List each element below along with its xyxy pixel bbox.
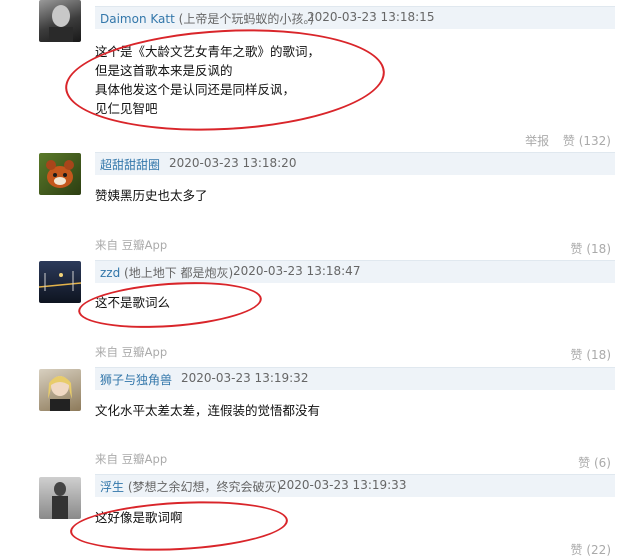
comment-header: Daimon Katt (上帝是个玩蚂蚁的小孩。) 2020-03-23 13:… <box>95 6 615 29</box>
user-signature: (地上地下 都是炮灰) <box>124 266 234 280</box>
comment-actions: 赞 (6) <box>578 454 611 471</box>
comment-header: zzd (地上地下 都是炮灰) 2020-03-23 13:18:47 <box>95 260 615 283</box>
username-text[interactable]: Daimon Katt <box>100 12 175 26</box>
avatar[interactable] <box>39 477 81 519</box>
comment-body: 文化水平太差太差，连假装的觉悟都没有 <box>95 401 320 420</box>
like-button[interactable]: 赞 (18) <box>571 348 611 362</box>
user-signature: (梦想之余幻想，终究会破灭) <box>127 480 282 494</box>
comment-body: 赞姨黑历史也太多了 <box>95 186 208 205</box>
comment-body: 这个是《大龄文艺女青年之歌》的歌词， 但是这首歌本来是反讽的 具体他发这个是认同… <box>95 42 320 118</box>
username-text[interactable]: 浮生 <box>100 480 124 494</box>
report-link[interactable]: 举报 <box>525 134 549 148</box>
comment-line: 这不是歌词么 <box>95 295 171 310</box>
comment-actions: 赞 (18) <box>571 240 611 257</box>
comment-time: 2020-03-23 13:18:15 <box>307 10 435 24</box>
avatar[interactable] <box>39 0 81 42</box>
avatar-image-icon <box>52 482 68 519</box>
username-text[interactable]: zzd <box>100 266 120 280</box>
comment-time: 2020-03-23 13:18:20 <box>169 156 297 170</box>
username-link[interactable]: Daimon Katt (上帝是个玩蚂蚁的小孩。) <box>100 10 314 27</box>
avatar[interactable] <box>39 261 81 303</box>
avatar-image-icon <box>46 160 74 188</box>
username-link[interactable]: zzd (地上地下 都是炮灰) <box>100 264 233 281</box>
like-button[interactable]: 赞 (22) <box>571 543 611 557</box>
comment-line: 赞姨黑历史也太多了 <box>95 188 208 203</box>
avatar-image-icon <box>48 376 72 411</box>
comment-time: 2020-03-23 13:19:32 <box>181 371 309 385</box>
comment-source: 来自 豆瓣App <box>95 452 168 466</box>
comment-line: 文化水平太差太差，连假装的觉悟都没有 <box>95 403 321 418</box>
comment-actions: 赞 (22) <box>571 541 611 558</box>
user-signature: (上帝是个玩蚂蚁的小孩。) <box>178 12 315 26</box>
avatar-image-icon <box>39 271 81 291</box>
avatar[interactable] <box>39 153 81 195</box>
comment-time: 2020-03-23 13:19:33 <box>279 478 407 492</box>
comment-body: 这不是歌词么 <box>95 293 170 312</box>
comment-time: 2020-03-23 13:18:47 <box>233 264 361 278</box>
username-text[interactable]: 超甜甜甜圈 <box>100 158 160 172</box>
comment-actions: 赞 (18) <box>571 346 611 363</box>
username-text[interactable]: 狮子与独角兽 <box>100 373 172 387</box>
comment-header: 超甜甜甜圈 2020-03-23 13:18:20 <box>95 152 615 175</box>
comment-line: 这好像是歌词啊 <box>95 510 183 525</box>
username-link[interactable]: 浮生 (梦想之余幻想，终究会破灭) <box>100 478 281 495</box>
like-button[interactable]: 赞 (18) <box>571 242 611 256</box>
comment-header: 浮生 (梦想之余幻想，终究会破灭) 2020-03-23 13:19:33 <box>95 474 615 497</box>
avatar[interactable] <box>39 369 81 411</box>
username-link[interactable]: 超甜甜甜圈 <box>100 156 160 173</box>
comment-line: 但是这首歌本来是反讽的 <box>95 63 233 78</box>
comment-line: 具体他发这个是认同还是同样反讽， <box>95 82 296 97</box>
comment-actions: 举报 赞 (132) <box>525 132 611 149</box>
comment-line: 这个是《大龄文艺女青年之歌》的歌词， <box>95 44 321 59</box>
username-link[interactable]: 狮子与独角兽 <box>100 371 172 388</box>
comment-source: 来自 豆瓣App <box>95 238 168 252</box>
comment-body: 这好像是歌词啊 <box>95 508 183 527</box>
comment-line: 见仁见智吧 <box>95 101 158 116</box>
comment-source: 来自 豆瓣App <box>95 345 168 359</box>
like-button[interactable]: 赞 (6) <box>578 456 611 470</box>
comment-header: 狮子与独角兽 2020-03-23 13:19:32 <box>95 367 615 390</box>
like-button[interactable]: 赞 (132) <box>563 134 611 148</box>
avatar-image-icon <box>49 5 73 42</box>
